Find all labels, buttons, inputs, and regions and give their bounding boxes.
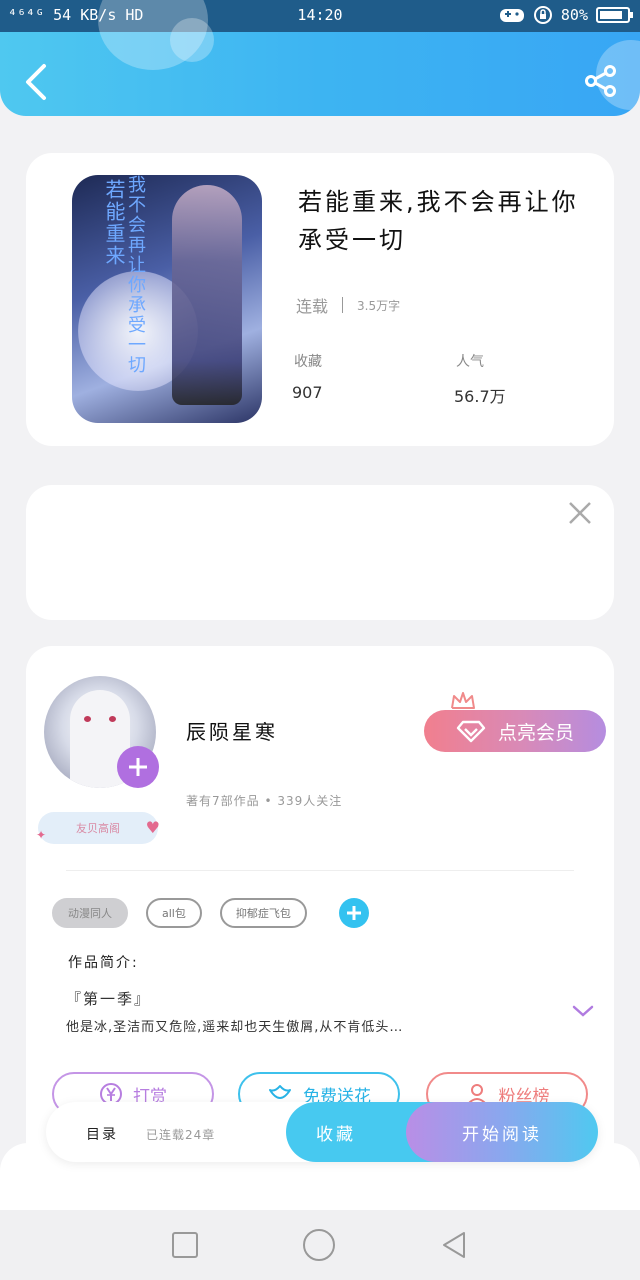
intro-text: 他是冰,圣洁而又危险,遥来却也天生傲屑,从不肯低头… [66, 1020, 404, 1035]
author-meta: 著有7部作品 • 339人关注 [186, 794, 343, 808]
intro-season: 『第一季』 [66, 990, 152, 1008]
back-triangle-icon[interactable] [440, 1230, 468, 1260]
tag-list: 动漫同人 all包 抑郁症飞包 [52, 898, 369, 928]
system-nav-bar [0, 1210, 640, 1280]
vip-upgrade-button[interactable]: 点亮会员 [424, 710, 606, 752]
status-right: 80% [499, 5, 633, 25]
rotation-lock-icon [533, 6, 552, 24]
book-cover[interactable]: 若能重来 我不会再让你承受一切 [72, 175, 262, 423]
section-divider [66, 870, 574, 871]
heart-icon: ♥ [145, 818, 160, 837]
popularity-label: 人气 [456, 354, 484, 370]
start-reading-button[interactable]: 开始阅读 [406, 1102, 598, 1162]
tag-item[interactable]: all包 [146, 898, 202, 928]
vip-button-label: 点亮会员 [497, 721, 574, 744]
serial-status: 连载 [296, 297, 329, 316]
collect-count-label: 收藏 [294, 354, 322, 370]
status-divider [342, 297, 344, 313]
tag-item[interactable]: 抑郁症飞包 [219, 898, 307, 928]
gamepad-icon [499, 9, 524, 22]
ad-placeholder-card [26, 485, 614, 620]
collect-count-value: 907 [292, 383, 323, 402]
header-bubble-decoration [170, 18, 214, 62]
author-badge-label: 友贝高阁 [76, 822, 120, 835]
book-info-card: 若能重来 我不会再让你承受一切 若能重来,我不会再让你承受一切 连载 3.5万字… [26, 153, 614, 446]
intro-heading: 作品简介: [68, 955, 139, 971]
back-chevron-icon[interactable] [22, 62, 52, 102]
chevron-down-icon[interactable] [572, 1004, 594, 1018]
avatar-eyes-art [84, 716, 116, 722]
app-header: ⁴⁶⁴ᴳ 54 KB/s HD 14:20 80% [0, 0, 640, 116]
bottom-action-bar: 目录 已连载24章 收藏 开始阅读 [46, 1102, 598, 1162]
crown-icon [451, 692, 475, 709]
tag-item[interactable]: 动漫同人 [52, 898, 128, 928]
book-title: 若能重来,我不会再让你承受一切 [298, 188, 579, 254]
book-status-row: 连载 3.5万字 [296, 293, 400, 317]
share-icon[interactable] [584, 64, 618, 98]
diamond-icon [456, 720, 486, 743]
word-count: 3.5万字 [357, 298, 401, 313]
chapter-count: 已连载24章 [146, 1128, 216, 1142]
cover-title-right: 我不会再让你承受一切 [125, 175, 146, 375]
battery-percent: 80% [560, 6, 588, 24]
author-badge: ✦ 友贝高阁 ♥ [36, 812, 160, 844]
battery-icon [596, 7, 633, 23]
recent-apps-icon[interactable] [172, 1232, 199, 1258]
popularity-value: 56.7万 [454, 387, 506, 406]
add-tag-button[interactable] [338, 898, 369, 928]
close-icon[interactable] [566, 499, 594, 527]
home-icon[interactable] [302, 1229, 335, 1261]
follow-author-button[interactable] [117, 746, 159, 788]
cover-figure-art [172, 185, 242, 405]
author-name[interactable]: 辰陨星寒 [186, 716, 278, 745]
table-of-contents-button[interactable]: 目录 [86, 1124, 118, 1144]
